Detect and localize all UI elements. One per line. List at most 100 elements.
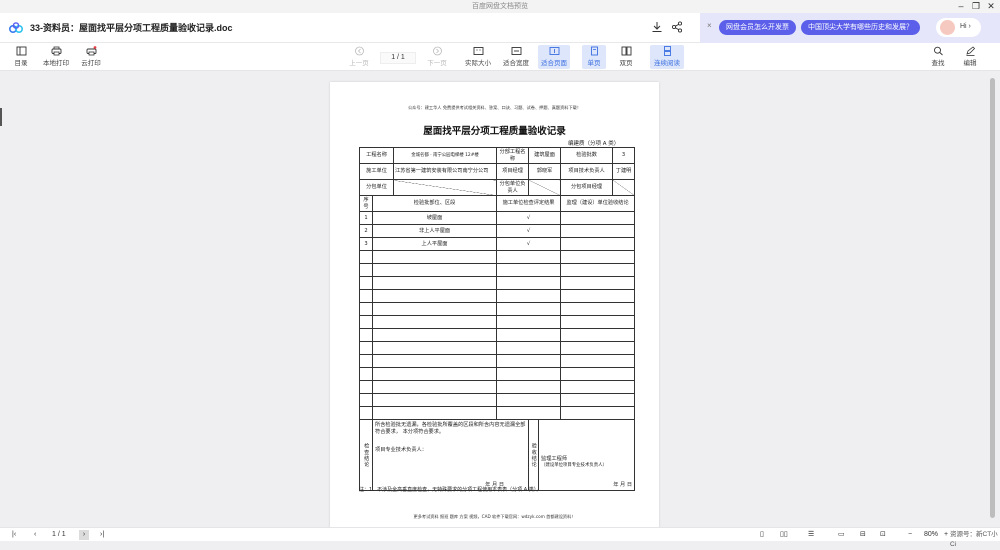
row-no: 2 — [359, 224, 373, 238]
zoom-level[interactable]: 80% — [924, 530, 938, 540]
assistant-avatar-icon — [940, 20, 955, 35]
check-conclusion-cell: 所含检验批无遗漏，各检验批所覆盖的区段和所含内容无遗漏全部符合要求， 本分项符合… — [371, 419, 530, 491]
table-row-empty — [359, 328, 636, 342]
scrollbar-thumb[interactable] — [990, 78, 995, 518]
table-row-empty — [359, 315, 636, 329]
next-page-small-icon[interactable]: › — [79, 530, 89, 540]
local-print-button[interactable]: 本地打印 — [40, 45, 72, 69]
prev-page-icon — [354, 46, 364, 56]
table-row-empty — [359, 393, 636, 407]
row-acceptance — [560, 237, 636, 251]
label-batch-count: 检验批数 — [560, 147, 614, 164]
actual-size-small-icon[interactable]: ▭ — [838, 530, 845, 540]
document-title: 33-资料员：屋面找平层分项工程质量验收记录.doc — [30, 23, 233, 33]
fit-width-label: 适合宽度 — [503, 60, 529, 67]
form-row-header: 序号 检验批部位、区段 施工单位检查评定结果 监理（建设）单位验收结论 — [359, 195, 636, 212]
window-title: 百度网盘文档预览 — [472, 3, 528, 10]
label-subcontract-lead: 分包单位负责人 — [496, 179, 530, 196]
promo-invoice-button[interactable]: 网盘会员怎么开发票 — [719, 20, 796, 35]
header-bar: 33-资料员：屋面找平层分项工程质量验收记录.doc × 网盘会员怎么开发票 中… — [0, 13, 1000, 43]
edit-button[interactable]: 编辑 — [960, 45, 980, 69]
acceptance-conclusion-cell: 监理工程师 （建设单位项目专业技术负责人） 年 月 日 — [538, 419, 636, 491]
table-row-empty — [359, 302, 636, 316]
page-indicator[interactable]: 1 / 1 — [380, 52, 416, 64]
form-row-subcontract: 分包单位 分包单位负责人 分包项目经理 — [358, 179, 636, 196]
fit-page-small-icon[interactable]: ⊡ — [880, 530, 886, 540]
table-row: 3 上人平屋面 √ — [359, 237, 636, 251]
promo-area: × 网盘会员怎么开发票 中国顶尖大学有哪些历史和发展？ Hi › — [700, 13, 1000, 43]
download-icon[interactable] — [651, 21, 663, 33]
edit-label: 编辑 — [963, 60, 977, 67]
table-row-empty — [359, 354, 636, 368]
next-page-label: 下一页 — [427, 60, 447, 67]
label-tech-lead: 项目技术负责人 — [560, 163, 614, 180]
prev-page-button[interactable]: 上一页 — [347, 45, 371, 69]
prev-page-label: 上一页 — [349, 60, 369, 67]
continuous-read-label: 连续阅读 — [654, 60, 680, 67]
acceptance-date: 年 月 日 — [613, 481, 633, 488]
document-header-note: 公众号：建工华人 免费提供考试相关资料、答案、口诀、习题、试卷、押题、真题资料下… — [407, 105, 582, 110]
search-icon — [933, 46, 943, 56]
form-footnote: 注：1．不涉及全高垂直度检查，无特殊要求的分项工程使用本表表（分项 A 类）。 — [359, 487, 542, 493]
table-row-empty — [359, 289, 636, 303]
double-page-icon — [621, 46, 631, 56]
corner-watermark: 资源号：新CT小Ci — [950, 531, 998, 548]
header-acceptance: 监理（建设）单位验收结论 — [560, 195, 636, 212]
form-row-construction: 施工单位 江苏省第一建筑安装有限公司南宁分公司 项目经理 郭晓军 项目技术负责人… — [358, 163, 636, 180]
actual-size-button[interactable]: 实际大小 — [463, 45, 493, 69]
next-page-button[interactable]: 下一页 — [425, 45, 449, 69]
table-row-empty — [359, 367, 636, 381]
search-label: 查找 — [931, 60, 945, 67]
double-page-button[interactable]: 双页 — [614, 45, 638, 69]
value-project-name: 金城名都 · 南宁公园电梯楼 12#楼 — [393, 147, 498, 164]
zoom-out-icon[interactable]: − — [908, 530, 912, 540]
first-page-icon[interactable]: |‹ — [12, 530, 16, 540]
fit-page-icon — [549, 47, 559, 55]
double-view-icon[interactable]: ▯▯ — [780, 530, 788, 540]
cloud-printer-icon — [86, 46, 96, 56]
fit-page-button[interactable]: 适合页面 — [538, 45, 570, 69]
form-row-project: 工程名称 金城名都 · 南宁公园电梯楼 12#楼 分部工程名 称 建筑屋面 检验… — [358, 147, 636, 164]
label-acceptance-conclusion: 验收结论 — [528, 419, 540, 491]
share-icon[interactable] — [671, 21, 683, 33]
row-no: 3 — [359, 237, 373, 251]
promo-university-button[interactable]: 中国顶尖大学有哪些历史和发展？ — [801, 20, 920, 35]
assistant-button[interactable]: Hi › — [936, 18, 981, 37]
directory-button[interactable]: 目录 — [10, 45, 32, 69]
cloud-print-button[interactable]: 云打印 — [78, 45, 104, 69]
zoom-in-icon[interactable]: + — [944, 530, 948, 540]
single-page-button[interactable]: 单页 — [582, 45, 606, 69]
fit-width-small-icon[interactable]: ⊟ — [860, 530, 866, 540]
inspection-form-table: 工程名称 金城名都 · 南宁公园电梯楼 12#楼 分部工程名 称 建筑屋面 检验… — [358, 147, 636, 491]
status-page-indicator[interactable]: 1 / 1 — [52, 530, 66, 540]
last-page-icon[interactable]: ›| — [100, 530, 104, 540]
printer-icon — [51, 46, 61, 56]
value-subcontract-lead — [528, 179, 562, 196]
continuous-read-button[interactable]: 连续阅读 — [650, 45, 684, 69]
value-project-manager: 郭晓军 — [528, 163, 562, 180]
continuous-view-icon[interactable]: ☰ — [808, 530, 814, 540]
check-signature-label: 项目专业技术负责人： — [375, 447, 427, 453]
label-sub-project: 分部工程名 称 — [496, 147, 530, 164]
form-code: 编建质（分项 A 类） — [568, 141, 620, 147]
table-row-empty — [359, 263, 636, 277]
window-titlebar: 百度网盘文档预览 — [0, 0, 1000, 13]
fit-width-icon — [511, 47, 521, 55]
continuous-read-icon — [663, 46, 671, 56]
actual-size-icon — [473, 47, 483, 55]
directory-icon — [16, 46, 26, 56]
viewer-toolbar: 目录 本地打印 云打印 上一页 1 / 1 下一页 实际大小 适合宽度 适合页面… — [0, 43, 1000, 71]
search-button[interactable]: 查找 — [928, 45, 948, 69]
single-view-icon[interactable]: ▯ — [760, 530, 764, 540]
vertical-scrollbar[interactable] — [989, 72, 996, 527]
header-no: 序号 — [359, 195, 373, 212]
close-icon[interactable]: ✕ — [982, 0, 1000, 13]
close-promo-icon[interactable]: × — [707, 21, 712, 30]
acceptance-signature-sub: （建设单位项目专业技术负责人） — [541, 462, 607, 468]
table-row-empty — [359, 380, 636, 394]
baidu-netdisk-logo-icon — [9, 22, 23, 33]
single-page-icon — [590, 46, 598, 56]
fit-width-button[interactable]: 适合宽度 — [501, 45, 531, 69]
prev-page-small-icon[interactable]: ‹ — [34, 530, 36, 540]
edit-icon — [965, 46, 975, 56]
